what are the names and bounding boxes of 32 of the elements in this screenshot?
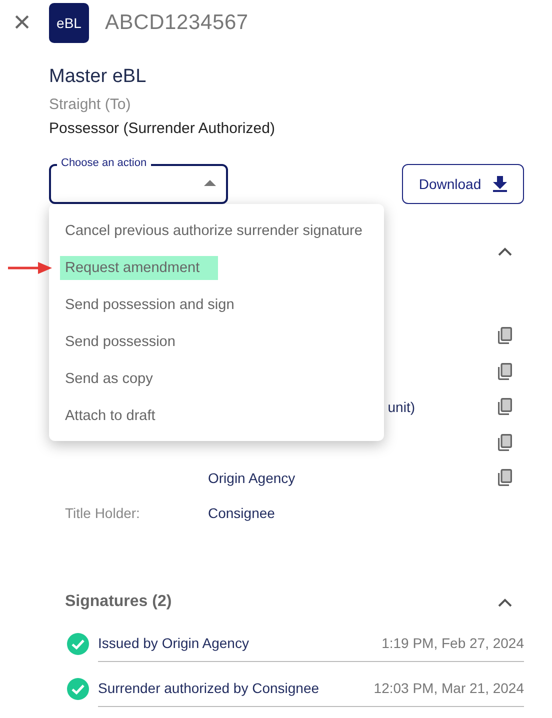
menu-item[interactable]: Cancel previous authorize surrender signature (60, 218, 368, 242)
signature-text: Issued by Origin Agency (98, 635, 249, 651)
download-icon (493, 176, 508, 192)
document-type: Straight (To) (49, 95, 132, 115)
copy-icon[interactable] (497, 469, 512, 486)
menu-item[interactable]: Send possession and sign (60, 292, 240, 316)
copy-icon[interactable] (497, 434, 512, 451)
copy-icon[interactable] (497, 327, 512, 344)
caret-icon (204, 180, 216, 186)
copy-icon[interactable] (497, 398, 512, 416)
field-label: Title Holder: (65, 505, 140, 522)
logo-badge: eBL (49, 3, 89, 43)
download-button[interactable]: Download (402, 164, 524, 204)
section-title: Signatures (2) (65, 593, 172, 611)
signature-time: 1:19 PM, Feb 27, 2024 (382, 635, 524, 651)
chevron-icon[interactable] (498, 246, 512, 256)
document-title: Master eBL (49, 65, 148, 89)
menu-item[interactable]: Send as copy (60, 366, 158, 390)
field-value: Origin Agency (208, 470, 296, 486)
document-status: Possessor (Surrender Authorized) (49, 119, 276, 139)
menu-item[interactable]: Request amendment (60, 256, 218, 280)
arrow-icon (8, 262, 52, 274)
close-button[interactable]: × (10, 8, 34, 38)
field-value: unit) (388, 398, 415, 415)
menu-item[interactable]: Attach to draft (60, 404, 160, 428)
chevron-icon[interactable] (498, 598, 512, 606)
menu-item[interactable]: Send possession (60, 330, 180, 354)
signature-text: Surrender authorized by Consignee (98, 680, 320, 696)
field-value: Consignee (208, 505, 275, 522)
signature-time: 12:03 PM, Mar 21, 2024 (374, 680, 524, 696)
copy-icon[interactable] (497, 362, 512, 380)
document-number: ABCD1234567 (105, 11, 248, 35)
